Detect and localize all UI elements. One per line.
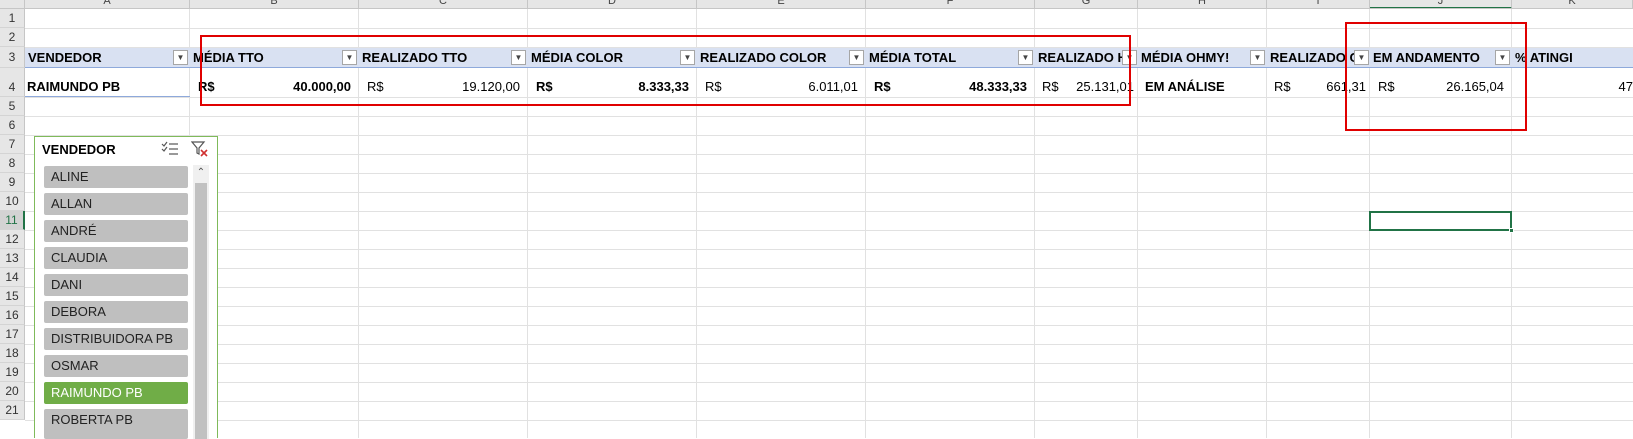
column-header-g[interactable]: G xyxy=(1035,0,1138,8)
table-header-vendedor[interactable]: VENDEDOR xyxy=(25,48,190,68)
row-header-21[interactable]: 21 xyxy=(0,401,25,420)
clear-filter-icon[interactable] xyxy=(190,140,209,158)
row-header-17[interactable]: 17 xyxy=(0,325,25,344)
row-header-2[interactable]: 2 xyxy=(0,28,25,47)
highlight-box-realizado xyxy=(200,35,1131,106)
row-header-8[interactable]: 8 xyxy=(0,154,25,173)
gridline xyxy=(25,249,1633,250)
filter-dropdown-icon[interactable]: ▼ xyxy=(1250,50,1265,65)
column-header-f[interactable]: F xyxy=(866,0,1035,8)
slicer-item-osmar[interactable]: OSMAR xyxy=(44,355,188,377)
row-header-9[interactable]: 9 xyxy=(0,173,25,192)
scroll-up-icon[interactable]: ⌃ xyxy=(193,165,209,181)
gridline xyxy=(25,192,1633,193)
slicer-item-distribuidora-pb[interactable]: DISTRIBUIDORA PB xyxy=(44,328,188,350)
multi-select-icon[interactable] xyxy=(161,141,179,157)
row-header-19[interactable]: 19 xyxy=(0,363,25,382)
gridline xyxy=(25,268,1633,269)
slicer-vendedor[interactable]: VENDEDOR ALINE ALLAN ANDRÉ CLAUDIA DANI … xyxy=(34,136,218,439)
gridline xyxy=(25,401,1633,402)
table-row-border xyxy=(25,96,190,97)
gridline xyxy=(1266,9,1267,438)
slicer-item-aline[interactable]: ALINE xyxy=(44,166,188,188)
row-header-20[interactable]: 20 xyxy=(0,382,25,401)
column-header-h[interactable]: H xyxy=(1138,0,1267,8)
gridline xyxy=(25,154,1633,155)
cell-media-ohmy[interactable]: EM ANÁLISE xyxy=(1145,77,1265,97)
column-header-d[interactable]: D xyxy=(528,0,697,8)
column-header-bar: A B C D E F G H I J K xyxy=(0,0,1633,9)
row-header-4[interactable]: 4 xyxy=(0,68,25,97)
gridline xyxy=(25,420,1633,421)
column-header-b[interactable]: B xyxy=(190,0,359,8)
column-header-j[interactable]: J xyxy=(1370,0,1512,8)
slicer-item-claudia[interactable]: CLAUDIA xyxy=(44,247,188,269)
gridline xyxy=(25,135,1633,136)
scrollbar-thumb[interactable] xyxy=(195,183,207,439)
row-header-18[interactable]: 18 xyxy=(0,344,25,363)
slicer-item-debora[interactable]: DEBORA xyxy=(44,301,188,323)
gridline xyxy=(25,325,1633,326)
slicer-item-raimundo-pb[interactable]: RAIMUNDO PB xyxy=(44,382,188,404)
row-header-1[interactable]: 1 xyxy=(0,9,25,28)
row-header-12[interactable]: 12 xyxy=(0,230,25,249)
gridline xyxy=(25,363,1633,364)
row-header-7[interactable]: 7 xyxy=(0,135,25,154)
table-header-atingi[interactable]: % ATINGI xyxy=(1512,48,1633,68)
slicer-item-andre[interactable]: ANDRÉ xyxy=(44,220,188,242)
highlight-box-em-andamento xyxy=(1345,22,1527,131)
row-header-10[interactable]: 10 xyxy=(0,192,25,211)
gridline xyxy=(25,382,1633,383)
row-header-15[interactable]: 15 xyxy=(0,287,25,306)
row-header-14[interactable]: 14 xyxy=(0,268,25,287)
table-header-media-ohmy[interactable]: MÉDIA OHMY! xyxy=(1138,48,1267,68)
slicer-title: VENDEDOR xyxy=(42,142,116,157)
cell-atingi[interactable]: 47 xyxy=(1512,77,1633,97)
column-header-e[interactable]: E xyxy=(697,0,866,8)
cell-vendedor[interactable]: RAIMUNDO PB xyxy=(27,77,187,97)
fill-handle[interactable] xyxy=(1509,228,1514,233)
slicer-item-dani[interactable]: DANI xyxy=(44,274,188,296)
row-header-5[interactable]: 5 xyxy=(0,97,25,116)
row-header-6[interactable]: 6 xyxy=(0,116,25,135)
gridline xyxy=(25,287,1633,288)
column-header-i[interactable]: I xyxy=(1267,0,1370,8)
slicer-item-allan[interactable]: ALLAN xyxy=(44,193,188,215)
gridline xyxy=(25,344,1633,345)
slicer-scrollbar[interactable]: ⌃ xyxy=(193,165,209,439)
column-header-k[interactable]: K xyxy=(1512,0,1633,8)
gridline xyxy=(25,173,1633,174)
select-all-corner[interactable] xyxy=(0,0,25,8)
row-header-11[interactable]: 11 xyxy=(0,211,25,230)
row-header-3[interactable]: 3 xyxy=(0,47,25,68)
column-header-c[interactable]: C xyxy=(359,0,528,8)
slicer-item-roberta-pb[interactable]: ROBERTA PB xyxy=(44,409,188,439)
active-cell-selection[interactable] xyxy=(1369,211,1512,231)
column-header-a[interactable]: A xyxy=(25,0,190,8)
filter-applied-icon[interactable]: ▼ xyxy=(173,50,188,65)
row-header-16[interactable]: 16 xyxy=(0,306,25,325)
gridline xyxy=(25,306,1633,307)
row-header-13[interactable]: 13 xyxy=(0,249,25,268)
gridline xyxy=(1137,9,1138,438)
